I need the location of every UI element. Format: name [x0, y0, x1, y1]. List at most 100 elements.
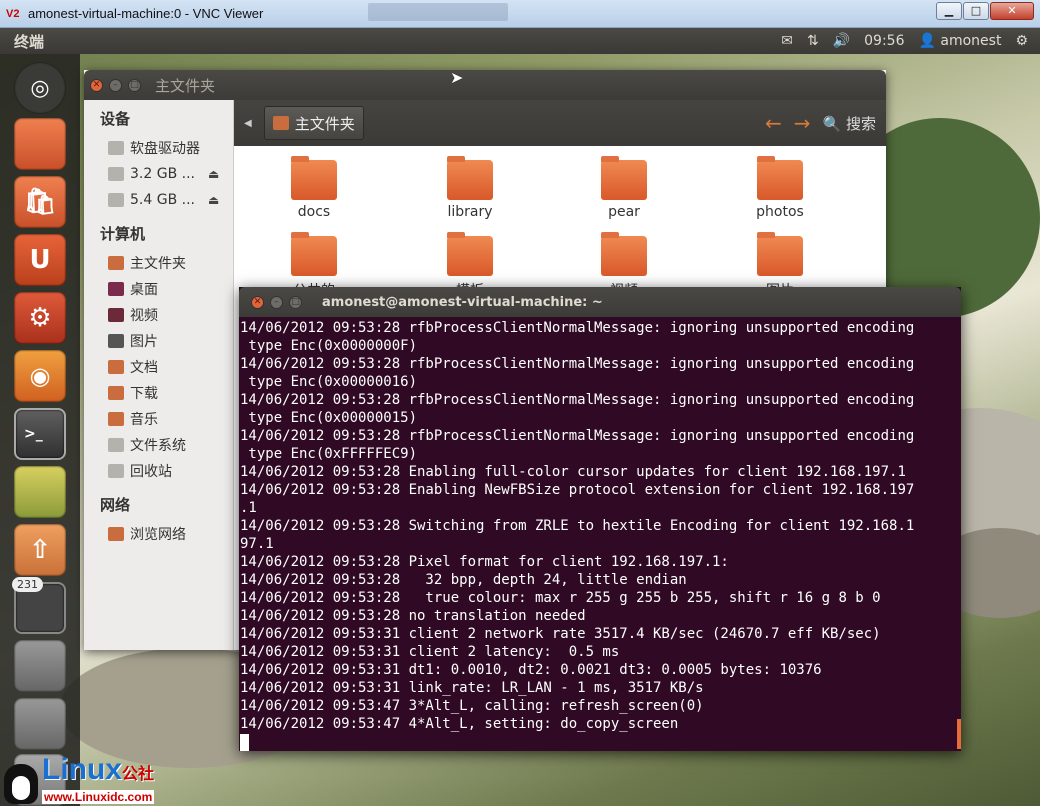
user-name: amonest	[940, 33, 1002, 49]
close-button[interactable]: ✕	[90, 78, 103, 92]
search-icon: 🔍	[822, 114, 842, 133]
mail-icon[interactable]: ✉	[781, 33, 793, 49]
close-button[interactable]: ✕	[251, 295, 264, 309]
sidebar-item-label: 文件系统	[130, 438, 186, 454]
folder-icon	[447, 232, 493, 276]
window-title: 主文件夹	[155, 76, 216, 95]
dash-icon[interactable]: ◎	[14, 62, 66, 114]
minimize-button[interactable]: ▁	[936, 2, 962, 20]
terminal-line: 14/06/2012 09:53:47 3*Alt_L, calling: re…	[240, 698, 704, 714]
terminal-cursor	[240, 734, 249, 751]
active-app-name[interactable]: 终端	[14, 31, 44, 52]
sidebar-item-label: 桌面	[130, 282, 158, 298]
drive-icon	[108, 193, 124, 207]
vnc-window-title: amonest-virtual-machine:0 - VNC Viewer	[28, 6, 264, 21]
sidebar-item-volume-1[interactable]: 3.2 GB ... ⏏	[84, 161, 233, 187]
search-button[interactable]: 🔍 搜索	[823, 113, 876, 134]
terminal-title: amonest@amonest-virtual-machine: ~	[322, 294, 603, 310]
terminal-icon[interactable]: >_	[14, 408, 66, 460]
top-panel: 终端 ✉ ⇅ 🔊 09:56 👤 amonest ⚙	[0, 28, 1040, 54]
minimize-button[interactable]: –	[109, 78, 122, 92]
eject-icon[interactable]: ⏏	[208, 167, 219, 181]
watermark-brand: Linux	[42, 753, 122, 786]
terminal-line: type Enc(0xFFFFFEC9)	[240, 446, 418, 462]
folder-library[interactable]: library	[420, 156, 520, 220]
sidebar-item-label: 下载	[130, 386, 158, 402]
network-icon[interactable]: ⇅	[807, 33, 819, 49]
software-center-icon[interactable]: 🛍	[14, 176, 66, 228]
watermark-suffix: 公社	[122, 766, 155, 783]
ubuntu-one-icon[interactable]: U	[14, 234, 66, 286]
close-button[interactable]: ✕	[990, 2, 1034, 20]
terminal-line: 14/06/2012 09:53:31 client 2 network rat…	[240, 626, 881, 642]
terminal-line: 14/06/2012 09:53:28 rfbProcessClientNorm…	[240, 320, 915, 336]
drive-icon[interactable]	[14, 698, 66, 750]
terminal-line: .1	[240, 500, 257, 516]
desktop-icon	[108, 282, 124, 296]
system-settings-icon[interactable]: ⚙	[14, 292, 66, 344]
sidebar-item-desktop[interactable]: 桌面	[84, 276, 233, 302]
terminal-line: 14/06/2012 09:53:31 link_rate: LR_LAN - …	[240, 680, 704, 696]
folder-photos[interactable]: photos	[730, 156, 830, 220]
sidebar-item-home[interactable]: 主文件夹	[84, 250, 233, 276]
sidebar-item-label: 3.2 GB ...	[130, 166, 195, 182]
forward-arrow-icon[interactable]: →	[794, 111, 811, 135]
folder-icon	[601, 156, 647, 200]
sidebar-item-label: 软盘驱动器	[130, 141, 200, 157]
user-menu[interactable]: 👤 amonest	[918, 33, 1001, 49]
folder-label: docs	[297, 204, 331, 220]
maximize-button[interactable]: □	[963, 2, 989, 20]
download-icon	[108, 386, 124, 400]
sidebar-item-volume-2[interactable]: 5.4 GB ... ⏏	[84, 187, 233, 213]
folder-label: pear	[608, 204, 640, 220]
floppy-icon	[108, 141, 124, 155]
breadcrumb-home[interactable]: 主文件夹	[263, 106, 364, 140]
gear-icon[interactable]: ⚙	[1015, 33, 1028, 49]
clock[interactable]: 09:56	[864, 33, 904, 49]
launcher: ◎ 🛍 U ⚙ ◉ >_ 231 ⇧	[0, 54, 80, 806]
file-manager-title-bar[interactable]: ✕ – □ 主文件夹	[84, 70, 886, 100]
terminal-window: ✕ – □ amonest@amonest-virtual-machine: ~…	[239, 287, 961, 751]
firefox-icon[interactable]: ◉	[14, 350, 66, 402]
eject-icon[interactable]: ⏏	[208, 193, 219, 207]
terminal-line: 14/06/2012 09:53:28 rfbProcessClientNorm…	[240, 392, 915, 408]
sidebar-item-floppy[interactable]: 软盘驱动器	[84, 135, 233, 161]
penguin-icon	[4, 764, 38, 804]
sidebar-item-pictures[interactable]: 图片	[84, 328, 233, 354]
terminal-line: 14/06/2012 09:53:47 4*Alt_L, setting: do…	[240, 716, 679, 732]
maximize-button[interactable]: □	[289, 295, 302, 309]
terminal-scrollbar[interactable]	[957, 719, 961, 749]
drive-icon[interactable]	[14, 640, 66, 692]
home-folder-icon[interactable]	[14, 118, 66, 170]
volume-icon[interactable]: 🔊	[833, 33, 850, 49]
path-back-arrow-icon[interactable]: ◀	[244, 118, 252, 129]
sidebar-item-label: 回收站	[130, 464, 172, 480]
update-count-badge: 231	[12, 577, 43, 592]
sidebar-item-downloads[interactable]: 下载	[84, 380, 233, 406]
minimize-button[interactable]: –	[270, 295, 283, 309]
folder-icon	[601, 232, 647, 276]
sidebar-item-filesystem[interactable]: 文件系统	[84, 432, 233, 458]
devices-heading: 设备	[100, 110, 131, 128]
sidebar-item-browse-network[interactable]: 浏览网络	[84, 521, 233, 547]
sidebar-item-label: 图片	[130, 334, 158, 350]
sidebar-item-music[interactable]: 音乐	[84, 406, 233, 432]
vnc-logo-icon: V2	[6, 7, 20, 20]
sidebar-item-label: 5.4 GB ...	[130, 192, 195, 208]
terminal-line: 14/06/2012 09:53:28 Enabling full-color …	[240, 464, 906, 480]
back-arrow-icon[interactable]: ←	[765, 111, 782, 135]
terminal-line: 14/06/2012 09:53:28 32 bpp, depth 24, li…	[240, 572, 687, 588]
sidebar-item-documents[interactable]: 文档	[84, 354, 233, 380]
maximize-button[interactable]: □	[128, 78, 141, 92]
terminal-line: type Enc(0x00000016)	[240, 374, 418, 390]
folder-docs[interactable]: docs	[264, 156, 364, 220]
terminal-title-bar[interactable]: ✕ – □ amonest@amonest-virtual-machine: ~	[239, 287, 961, 317]
sidebar-item-trash[interactable]: 回收站	[84, 458, 233, 484]
terminal-output[interactable]: 14/06/2012 09:53:28 rfbProcessClientNorm…	[239, 317, 961, 751]
folder-pear[interactable]: pear	[574, 156, 674, 220]
sidebar-item-videos[interactable]: 视频	[84, 302, 233, 328]
update-manager-icon[interactable]: ⇧	[14, 524, 66, 576]
sidebar-item-label: 音乐	[130, 412, 158, 428]
drive-icon	[108, 167, 124, 181]
disk-utility-icon[interactable]	[14, 466, 66, 518]
